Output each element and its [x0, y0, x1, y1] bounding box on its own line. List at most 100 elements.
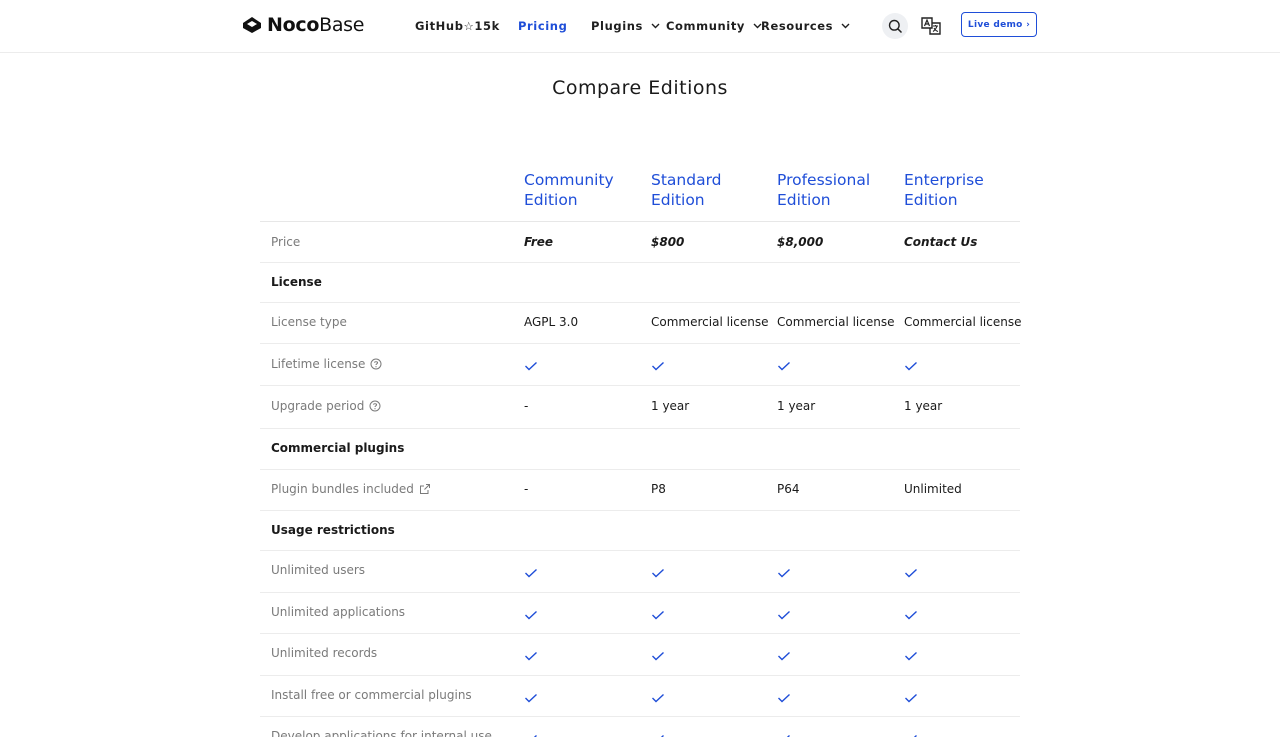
check-icon — [778, 651, 790, 661]
edition-professional: Professional Edition — [777, 170, 897, 210]
nav-plugins-label: Plugins — [591, 19, 643, 33]
nocobase-logo[interactable]: Noco Base — [242, 14, 364, 36]
table-row-license-type: License type AGPL 3.0 Commercial license… — [260, 303, 1022, 344]
nav-resources[interactable]: Resources — [761, 17, 850, 35]
check-icon — [652, 651, 664, 661]
edition-professional-suffix: Edition — [777, 191, 831, 209]
check-icon — [778, 568, 790, 578]
chevron-down-icon — [841, 23, 850, 29]
table-row-upgrade-period: Upgrade period - 1 year 1 year 1 year — [260, 386, 1020, 429]
row-label-text: Lifetime license — [271, 357, 366, 371]
nocobase-logo-icon — [243, 17, 261, 33]
row-label-license-type: License type — [271, 315, 347, 329]
nav-pricing-label: Pricing — [518, 19, 568, 33]
edition-community-suffix: Edition — [524, 191, 578, 209]
chevron-down-icon — [651, 23, 660, 29]
plugin-bundles-community: - — [524, 482, 529, 496]
edition-professional-name: Professional — [777, 171, 871, 189]
check-icon — [652, 693, 664, 703]
price-standard: $800 — [651, 235, 685, 249]
logo-text-base: Base — [319, 14, 365, 36]
price-enterprise: Contact Us — [904, 235, 978, 249]
language-button[interactable] — [920, 15, 942, 37]
license-type-enterprise: Commercial license — [904, 315, 1022, 329]
row-label-unlimited-users: Unlimited users — [271, 563, 366, 577]
check-icon — [525, 568, 537, 578]
check-icon — [905, 568, 917, 578]
edition-enterprise: Enterprise Edition — [904, 170, 1024, 210]
plugin-bundles-enterprise: Unlimited — [904, 482, 962, 496]
help-circle-icon[interactable] — [369, 400, 381, 412]
section-title-license: License — [271, 275, 322, 289]
license-type-community: AGPL 3.0 — [524, 315, 579, 329]
check-icon — [652, 610, 664, 620]
price-professional: $8,000 — [777, 235, 824, 249]
check-icon — [905, 361, 917, 371]
edition-community: Community Edition — [524, 170, 644, 210]
row-label-install-plugins: Install free or commercial plugins — [271, 688, 472, 702]
upgrade-period-professional: 1 year — [777, 399, 816, 413]
section-row-license: License — [260, 263, 1020, 303]
row-label-plugin-bundles[interactable]: Plugin bundles included — [271, 482, 431, 496]
row-label-text: Upgrade period — [271, 399, 365, 413]
check-icon — [778, 361, 790, 371]
upgrade-period-enterprise: 1 year — [904, 399, 943, 413]
row-label-price: Price — [271, 235, 301, 249]
row-label-unlimited-records: Unlimited records — [271, 646, 378, 660]
external-link-icon[interactable] — [419, 483, 431, 495]
search-button[interactable] — [882, 13, 908, 39]
check-icon — [905, 651, 917, 661]
edition-enterprise-name: Enterprise — [904, 171, 984, 189]
table-row-price: Price Free $800 $8,000 Contact Us — [260, 222, 1020, 263]
nav-plugins[interactable]: Plugins — [591, 17, 660, 35]
page-title: Compare Editions — [552, 77, 728, 99]
check-icon — [905, 693, 917, 703]
table-row-develop-internal: Develop applications for internal use — [260, 717, 1020, 737]
check-icon — [525, 693, 537, 703]
edition-standard: Standard Edition — [651, 170, 771, 210]
section-title-usage-restrictions: Usage restrictions — [271, 523, 395, 537]
logo-text-noco: Noco — [267, 14, 320, 36]
plugin-bundles-standard: P8 — [651, 482, 666, 496]
nav-community-label: Community — [666, 19, 746, 33]
license-type-standard: Commercial license — [651, 315, 769, 329]
nav-pricing[interactable]: Pricing — [518, 17, 567, 35]
row-label-upgrade-period: Upgrade period — [271, 399, 381, 413]
nav-github[interactable]: GitHub☆15k — [415, 17, 500, 35]
edition-standard-name: Standard — [651, 171, 722, 189]
row-label-unlimited-applications: Unlimited applications — [271, 605, 406, 619]
check-icon — [778, 693, 790, 703]
check-icon — [525, 651, 537, 661]
edition-header-row: Community Edition Standard Edition Profe… — [260, 160, 1020, 222]
table-row-install-plugins: Install free or commercial plugins — [260, 676, 1020, 717]
nav-resources-label: Resources — [761, 19, 834, 33]
upgrade-period-standard: 1 year — [651, 399, 690, 413]
row-label-lifetime-license: Lifetime license — [271, 357, 382, 371]
section-title-commercial-plugins: Commercial plugins — [271, 441, 405, 455]
table-row-unlimited-applications: Unlimited applications — [260, 593, 1020, 634]
nav-community[interactable]: Community — [666, 17, 762, 35]
edition-standard-suffix: Edition — [651, 191, 705, 209]
edition-enterprise-suffix: Edition — [904, 191, 958, 209]
upgrade-period-community: - — [524, 399, 529, 413]
table-row-unlimited-records: Unlimited records — [260, 634, 1020, 676]
section-row-commercial-plugins: Commercial plugins — [260, 429, 1020, 470]
table-row-plugin-bundles: Plugin bundles included - P8 P64 Unlimit… — [260, 470, 1020, 511]
nav-github-label: GitHub☆15k — [415, 19, 500, 33]
table-row-unlimited-users: Unlimited users — [260, 551, 1020, 593]
search-icon — [888, 19, 902, 33]
section-row-usage-restrictions: Usage restrictions — [260, 511, 1020, 551]
compare-editions-table: Community Edition Standard Edition Profe… — [260, 160, 1022, 737]
license-type-professional: Commercial license — [777, 315, 895, 329]
check-icon — [778, 610, 790, 620]
row-label-develop-internal: Develop applications for internal use — [271, 729, 492, 737]
price-community: Free — [524, 235, 554, 249]
row-label-text: Plugin bundles included — [271, 482, 414, 496]
check-icon — [652, 361, 664, 371]
plugin-bundles-professional: P64 — [777, 482, 800, 496]
help-circle-icon[interactable] — [370, 358, 382, 370]
check-icon — [652, 568, 664, 578]
check-icon — [525, 610, 537, 620]
table-row-lifetime-license: Lifetime license — [260, 344, 1020, 386]
live-demo-button[interactable]: Live demo › — [961, 12, 1037, 37]
